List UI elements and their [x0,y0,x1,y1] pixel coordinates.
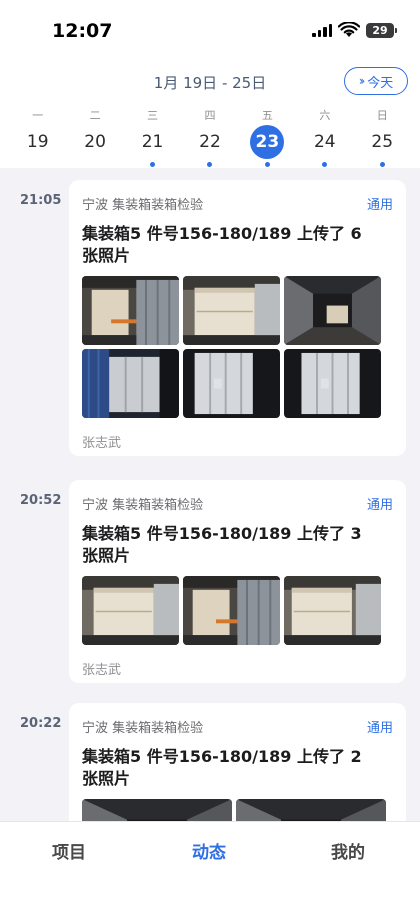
status-bar: 12:07 29 [0,0,420,60]
card-tag[interactable]: 通用 [367,194,393,213]
weekday-label: 五 [261,109,273,122]
event-dot [322,162,328,167]
weekday-label: 三 [147,109,159,122]
card-author: 张志武 [82,436,122,451]
photo-thumbnail[interactable] [82,576,179,645]
day-number: 24 [313,132,336,152]
day-number: 21 [141,132,164,152]
calendar-day[interactable]: 二 20 [66,100,123,168]
status-icons: 29 [312,22,397,38]
photo-thumbnail[interactable] [183,349,280,418]
tab-activity[interactable]: 动态 [192,838,226,863]
card-title: 集装箱5 件号156-180/189 上传了 6 张照片 [82,224,362,265]
event-dot [150,162,156,167]
card-title: 集装箱5 件号156-180/189 上传了 3 张照片 [82,524,362,565]
activity-feed[interactable]: 21:05 宁波 集装箱装箱检验 通用 集装箱5 件号156-180/189 上传了 … [0,168,420,821]
header-area: 12:07 29 1月 19日 - 25日 ›› 今天 一 19 二 20 三 21 四 22… [0,0,420,168]
entry-time: 21:05 [20,193,62,208]
photo-thumbnail[interactable] [82,276,179,345]
photo-thumbnail[interactable] [82,799,232,821]
weekday-label: 六 [319,109,331,122]
week-header: 1月 19日 - 25日 ›› 今天 [0,60,420,100]
activity-card[interactable]: 宁波 集装箱装箱检验 通用 集装箱5 件号156-180/189 上传了 2 张照片 [69,703,406,821]
photo-thumbnail[interactable] [284,576,381,645]
photo-grid [82,276,393,418]
entry-time: 20:22 [20,716,62,731]
photo-thumbnail[interactable] [82,349,179,418]
card-author: 张志武 [82,663,122,678]
card-tag[interactable]: 通用 [367,494,393,513]
week-strip: 一 19 二 20 三 21 四 22 五 23 六 24 日 25 [0,100,420,168]
status-time: 12:07 [52,20,113,42]
calendar-day[interactable]: 日 25 [354,100,411,168]
today-button-label: 今天 [367,75,394,91]
tab-projects[interactable]: 项目 [52,838,86,863]
day-number: 19 [26,132,49,152]
tab-bar: 项目 动态 我的 [0,821,420,910]
photo-thumbnail[interactable] [284,276,381,345]
event-dot [207,162,213,167]
day-number: 22 [199,132,221,152]
signal-icon [312,23,332,37]
card-project: 宁波 集装箱装箱检验 [82,198,204,213]
battery-icon: 29 [366,22,397,38]
day-number: 25 [371,132,394,152]
weekday-label: 日 [376,109,388,122]
photo-thumbnail[interactable] [183,576,280,645]
calendar-day[interactable]: 三 21 [124,100,181,168]
activity-card[interactable]: 宁波 集装箱装箱检验 通用 集装箱5 件号156-180/189 上传了 6 张照片… [69,180,406,456]
card-project: 宁波 集装箱装箱检验 [82,721,204,736]
double-chevron-right-icon: ›› [358,74,365,88]
photo-thumbnail[interactable] [284,349,381,418]
calendar-day[interactable]: 六 24 [296,100,353,168]
photo-grid [82,799,393,821]
weekday-label: 一 [32,109,44,122]
event-dot [264,162,270,167]
weekday-label: 四 [204,109,216,122]
calendar-day[interactable]: 五 23 [239,100,296,168]
wifi-icon [338,22,360,37]
photo-grid [82,576,393,645]
event-dot [379,162,385,167]
card-tag[interactable]: 通用 [367,717,393,736]
card-project: 宁波 集装箱装箱检验 [82,498,204,513]
day-number: 20 [84,132,106,152]
today-button[interactable]: ›› 今天 [344,67,408,95]
day-number: 23 [250,125,285,159]
weekday-label: 二 [89,109,101,122]
calendar-day[interactable]: 四 22 [181,100,238,168]
activity-card[interactable]: 宁波 集装箱装箱检验 通用 集装箱5 件号156-180/189 上传了 3 张照片… [69,480,406,683]
tab-mine[interactable]: 我的 [331,838,365,863]
photo-thumbnail[interactable] [183,276,280,345]
calendar-day[interactable]: 一 19 [9,100,66,168]
home-indicator [143,897,277,902]
photo-thumbnail[interactable] [236,799,386,821]
entry-time: 20:52 [20,493,62,508]
card-title: 集装箱5 件号156-180/189 上传了 2 张照片 [82,747,362,788]
